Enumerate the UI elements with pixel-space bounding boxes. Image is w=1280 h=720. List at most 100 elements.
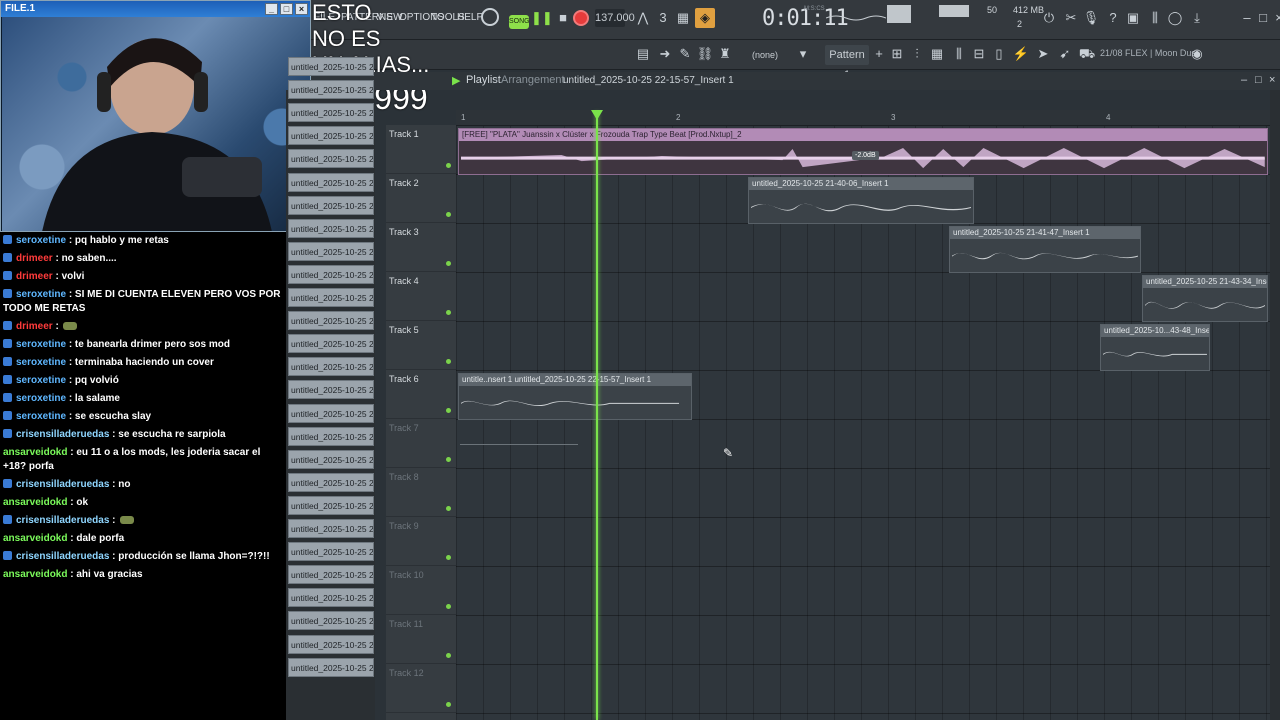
track-mute-led[interactable] xyxy=(446,653,451,658)
clip-source-item[interactable]: untitled_2025-10-25 22-15-57_ xyxy=(288,403,374,423)
clip-source-item[interactable]: untitled_2025-10-25 22-15-57_ xyxy=(288,657,374,677)
song-mode-knob[interactable] xyxy=(481,8,499,26)
clip-source-item[interactable]: untitled_2025-10-25 22-15-57_ xyxy=(288,264,374,284)
master-volume-slider[interactable] xyxy=(887,5,911,23)
grid-icon[interactable]: ▦ xyxy=(927,44,947,64)
track-header[interactable]: Track 7 xyxy=(386,419,456,468)
add-pattern-icon[interactable]: + xyxy=(869,44,889,64)
clip-source-item[interactable]: untitled_2025-10-25 22-15-57_ xyxy=(288,472,374,492)
clip-2[interactable]: untitled_2025-10-25 21-40-06_Insert 1 xyxy=(748,177,974,224)
chat-username[interactable]: drimeer xyxy=(16,271,53,282)
track-header[interactable]: Track 1 xyxy=(386,125,456,174)
clip-6[interactable]: untitle..nsert 1 untitled_2025-10-25 22-… xyxy=(458,373,692,420)
clip-4[interactable]: untitled_2025-10-25 21-43-34_Insert 1 xyxy=(1142,275,1268,322)
close-icon[interactable]: × xyxy=(295,3,308,15)
track-mute-led[interactable] xyxy=(446,604,451,609)
clip-source-item[interactable]: untitled_2025-10-25 22-15-57_ xyxy=(288,334,374,354)
track-mute-led[interactable] xyxy=(446,163,451,168)
track-mute-led[interactable] xyxy=(446,212,451,217)
track-header[interactable]: Track 11 xyxy=(386,615,456,664)
stamp-icon[interactable]: ♜ xyxy=(715,44,735,64)
pattern-select[interactable]: Pattern 1 xyxy=(825,45,869,81)
tempo-display[interactable]: 137.000 xyxy=(595,9,635,27)
chat-username[interactable]: drimeer xyxy=(16,253,53,264)
magnet-icon[interactable]: ➹ xyxy=(1055,44,1075,64)
play-icon[interactable]: ▶ xyxy=(452,74,460,87)
window-close-icon[interactable]: × xyxy=(1269,8,1280,28)
shop-icon[interactable]: ⛟ xyxy=(1077,44,1097,64)
help-icon[interactable]: ? xyxy=(1103,8,1123,28)
chat-username[interactable]: ansarveidokd xyxy=(3,533,67,544)
track-header[interactable]: Track 9 xyxy=(386,517,456,566)
clip-source-item[interactable]: untitled_2025-10-25 22-15-57_ xyxy=(288,495,374,515)
chat-username[interactable]: crisensilladeruedas xyxy=(16,515,109,526)
playhead[interactable] xyxy=(596,112,598,720)
globe-icon[interactable]: ◉ xyxy=(1187,44,1207,64)
clip-source-item[interactable]: untitled_2025-10-25 22-15-57_ xyxy=(288,103,374,123)
playlist-icon[interactable]: ▤ xyxy=(633,44,653,64)
mixer-icon[interactable]: ⫼ xyxy=(1145,8,1165,28)
playlist-minimize-icon[interactable]: – xyxy=(1241,74,1247,86)
track-header[interactable]: Track 8 xyxy=(386,468,456,517)
timeline-ruler[interactable]: 1 2 3 4 xyxy=(456,110,1270,126)
playlist-grid[interactable]: [FREE] "PLATA" Juanssin x Clúster x Froz… xyxy=(456,126,1270,720)
save-icon[interactable]: ▣ xyxy=(1123,8,1143,28)
piano-roll-icon[interactable]: ⊞ xyxy=(887,44,907,64)
chat-username[interactable]: seroxetine xyxy=(16,375,66,386)
clip-source-item[interactable]: untitled_2025-10-25 22-15-57_ xyxy=(288,241,374,261)
track-header[interactable]: Track 2 xyxy=(386,174,456,223)
clip-source-item[interactable]: untitled_2025-10-25 22-15-57_ xyxy=(288,634,374,654)
chat-username[interactable]: seroxetine xyxy=(16,339,66,350)
clip-source-item[interactable]: untitled_2025-10-25 22-15-57_ xyxy=(288,311,374,331)
chat-username[interactable]: seroxetine xyxy=(16,289,66,300)
track-mute-led[interactable] xyxy=(446,702,451,707)
power-icon[interactable]: ⏻ xyxy=(1039,8,1059,28)
track-mute-led[interactable] xyxy=(446,359,451,364)
clip-source-item[interactable]: untitled_2025-10-25 22-15-57_ xyxy=(288,565,374,585)
menu-help[interactable]: HELP xyxy=(457,12,483,23)
maximize-icon[interactable]: □ xyxy=(280,3,293,15)
chat-username[interactable]: seroxetine xyxy=(16,235,66,246)
track-mute-led[interactable] xyxy=(446,457,451,462)
clip-source-item[interactable]: untitled_2025-10-25 22-15-57_ xyxy=(288,542,374,562)
chat-username[interactable]: ansarveidokd xyxy=(3,447,67,458)
clip-source-item[interactable]: untitled_2025-10-25 22-15-57_ xyxy=(288,357,374,377)
pencil-icon[interactable]: ✎ xyxy=(675,44,695,64)
clip-source-item[interactable]: untitled_2025-10-25 22-15-57_ xyxy=(288,611,374,631)
minimize-icon[interactable]: _ xyxy=(265,3,278,15)
clip-source-item[interactable]: untitled_2025-10-25 22-15-57_ xyxy=(288,195,374,215)
track-header[interactable]: Track 12 xyxy=(386,664,456,713)
clip-source-item[interactable]: untitled_2025-10-25 22-15-57_ xyxy=(288,588,374,608)
microphone-icon[interactable]: 🎙 xyxy=(1081,8,1101,28)
pause-icon[interactable]: ❚❚ xyxy=(531,8,553,28)
chat-username[interactable]: crisensilladeruedas xyxy=(16,479,109,490)
chat-username[interactable]: drimeer xyxy=(16,321,53,332)
playlist-file[interactable]: untitled_2025-10-25 22-15-57_Insert 1 xyxy=(563,75,734,86)
clip-source-item[interactable]: untitled_2025-10-25 22-15-57_ xyxy=(288,449,374,469)
clip-5[interactable]: untitled_2025-10...43-48_Insert 1 xyxy=(1100,324,1210,371)
clip-source-item[interactable]: untitled_2025-10-25 22-15-57_ xyxy=(288,57,374,76)
track-header[interactable]: Track 5 xyxy=(386,321,456,370)
chat-username[interactable]: seroxetine xyxy=(16,393,66,404)
clip-source-item[interactable]: untitled_2025-10-25 22-15-57_ xyxy=(288,288,374,307)
clip-source-item[interactable]: untitled_2025-10-25 22-15-57_ xyxy=(288,149,374,169)
file-icon[interactable]: ▯ xyxy=(989,44,1009,64)
clip-source-item[interactable]: untitled_2025-10-25 22-15-57_ xyxy=(288,218,374,238)
track-mute-led[interactable] xyxy=(446,310,451,315)
plugin-icon[interactable]: ⚡ xyxy=(1011,44,1031,64)
song-mode-button[interactable]: SONG xyxy=(509,15,530,29)
step-edit-icon[interactable]: ▦ xyxy=(673,8,693,28)
track-mute-led[interactable] xyxy=(446,408,451,413)
arrow-icon[interactable]: ➜ xyxy=(655,44,675,64)
clip-source-item[interactable]: untitled_2025-10-25 22-15-57_ xyxy=(288,126,374,146)
metronome-icon[interactable]: ⋀ xyxy=(633,8,653,28)
chevron-down-icon[interactable]: ▾ xyxy=(793,44,813,64)
chat-username[interactable]: seroxetine xyxy=(16,357,66,368)
chat-username[interactable]: crisensilladeruedas xyxy=(16,429,109,440)
track-header[interactable]: Track 6 xyxy=(386,370,456,419)
tempo-tap-icon[interactable]: ➤ xyxy=(1033,44,1053,64)
stop-icon[interactable]: ■ xyxy=(553,8,573,28)
playlist-close-icon[interactable]: × xyxy=(1269,74,1275,86)
track-header[interactable]: Track 3 xyxy=(386,223,456,272)
chat-username[interactable]: crisensilladeruedas xyxy=(16,551,109,562)
